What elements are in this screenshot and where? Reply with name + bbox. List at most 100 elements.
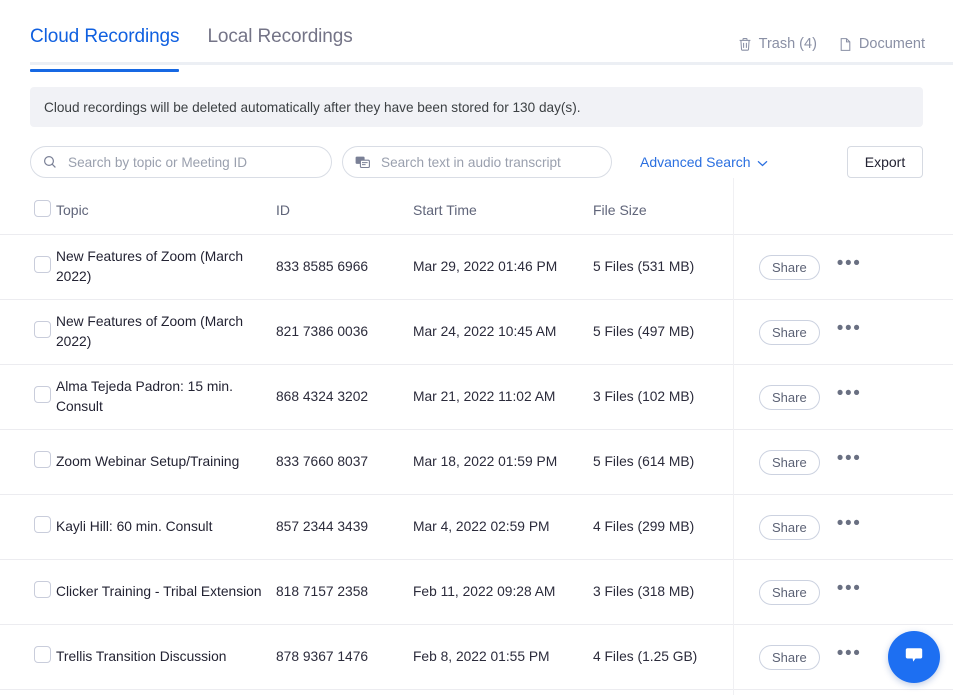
cell-start-time: Mar 18, 2022 01:59 PM	[413, 454, 558, 469]
row-checkbox[interactable]	[34, 515, 51, 533]
transcript-search-box[interactable]	[342, 146, 612, 178]
row-select-cell	[0, 560, 56, 625]
table-row[interactable]: Kayli Hill: 60 min. Consult 857 2344 3439…	[0, 495, 953, 560]
cell-topic[interactable]: Kayli Hill: 60 min. Consult	[56, 495, 276, 560]
row-checkbox[interactable]	[34, 320, 51, 338]
share-button[interactable]: Share	[759, 449, 820, 475]
search-toolbar: Advanced Search Export	[30, 146, 923, 178]
transcript-icon	[355, 155, 370, 169]
select-all-header	[0, 200, 56, 235]
search-icon	[43, 155, 57, 169]
table-row[interactable]: Zoom Webinar Setup/Training 833 7660 8037…	[0, 430, 953, 495]
chat-bubble-icon	[902, 643, 926, 672]
more-options-icon[interactable]: •••	[837, 514, 862, 535]
cell-id: 818 7157 2358	[276, 584, 369, 599]
row-checkbox[interactable]	[34, 255, 51, 273]
cell-topic[interactable]: Alma Tejeda Padron: 15 min. Consult	[56, 365, 276, 430]
row-checkbox[interactable]	[34, 450, 51, 468]
column-header-actions	[713, 200, 953, 235]
advanced-search-toggle[interactable]: Advanced Search	[640, 154, 768, 170]
export-button[interactable]: Export	[847, 146, 923, 178]
cell-id: 857 2344 3439	[276, 519, 369, 534]
document-icon	[839, 37, 852, 52]
cell-file-size: 5 Files (531 MB)	[593, 259, 695, 274]
topic-search-box[interactable]	[30, 146, 332, 178]
cell-actions: Share •••	[713, 495, 953, 560]
share-button[interactable]: Share	[759, 254, 820, 280]
more-options-icon[interactable]: •••	[837, 254, 862, 275]
row-select-cell	[0, 365, 56, 430]
more-options-icon[interactable]: •••	[837, 384, 862, 405]
row-actions: Share •••	[713, 254, 953, 280]
select-all-checkbox[interactable]	[34, 200, 51, 217]
trash-icon	[738, 37, 752, 52]
cell-file-size: 3 Files (102 MB)	[593, 389, 695, 404]
row-select-cell	[0, 625, 56, 690]
table-head: Topic ID Start Time File Size	[0, 200, 953, 235]
cell-topic[interactable]: Clicker Training - Tribal Extension	[56, 560, 276, 625]
cell-actions: Share •••	[713, 365, 953, 430]
row-select-cell	[0, 495, 56, 560]
cell-id: 868 4324 3202	[276, 389, 369, 404]
cell-id: 833 8585 6966	[276, 259, 369, 274]
recordings-table-wrap: Topic ID Start Time File Size New Featur…	[0, 178, 953, 695]
more-options-icon[interactable]: •••	[837, 319, 862, 340]
row-checkbox[interactable]	[34, 385, 51, 403]
column-header-topic[interactable]: Topic	[56, 200, 276, 235]
more-options-icon[interactable]: •••	[837, 449, 862, 470]
cell-file-size: 4 Files (299 MB)	[593, 519, 695, 534]
column-header-file-size[interactable]: File Size	[593, 200, 713, 235]
cell-topic[interactable]: Trellis Transition Discussion	[56, 625, 276, 690]
cell-actions: Share •••	[713, 430, 953, 495]
cell-file-size: 5 Files (497 MB)	[593, 324, 695, 339]
trash-link[interactable]: Trash (4)	[738, 36, 817, 52]
table-row[interactable]: New Features of Zoom (March 2022) 821 738…	[0, 300, 953, 365]
share-button[interactable]: Share	[759, 319, 820, 345]
share-button[interactable]: Share	[759, 579, 820, 605]
cell-start-time: Mar 21, 2022 11:02 AM	[413, 389, 556, 404]
search-input[interactable]	[66, 153, 319, 171]
cell-file-size: 3 Files (318 MB)	[593, 584, 695, 599]
recordings-table: Topic ID Start Time File Size New Featur…	[0, 200, 953, 690]
table-row[interactable]: New Features of Zoom (March 2022) 833 858…	[0, 235, 953, 300]
retention-notice-text: Cloud recordings will be deleted automat…	[44, 99, 581, 115]
cell-topic[interactable]: New Features of Zoom (March 2022)	[56, 300, 276, 365]
column-header-id[interactable]: ID	[276, 200, 413, 235]
table-body: New Features of Zoom (March 2022) 833 858…	[0, 235, 953, 690]
document-link[interactable]: Document	[839, 36, 925, 52]
row-actions: Share •••	[713, 384, 953, 410]
advanced-search-label: Advanced Search	[640, 154, 751, 170]
row-actions: Share •••	[713, 449, 953, 475]
cell-start-time: Feb 8, 2022 01:55 PM	[413, 649, 550, 664]
tab-local-recordings-label: Local Recordings	[207, 26, 353, 47]
row-checkbox[interactable]	[34, 645, 51, 663]
share-button[interactable]: Share	[759, 514, 820, 540]
share-button[interactable]: Share	[759, 384, 820, 410]
chat-support-button[interactable]	[888, 631, 940, 683]
recordings-page: Cloud Recordings Local Recordings Trash …	[0, 0, 953, 695]
document-link-label: Document	[858, 36, 925, 52]
more-options-icon[interactable]: •••	[837, 579, 862, 600]
row-actions: Share •••	[713, 579, 953, 605]
row-checkbox[interactable]	[34, 580, 51, 598]
header-links: Trash (4) Document	[738, 0, 953, 52]
column-header-start-time[interactable]: Start Time	[413, 200, 593, 235]
transcript-search-input[interactable]	[379, 153, 599, 171]
row-actions: Share •••	[713, 514, 953, 540]
more-options-icon[interactable]: •••	[837, 644, 862, 665]
table-row[interactable]: Trellis Transition Discussion 878 9367 14…	[0, 625, 953, 690]
row-actions: Share •••	[713, 319, 953, 345]
cell-topic[interactable]: Zoom Webinar Setup/Training	[56, 430, 276, 495]
tab-local-recordings[interactable]: Local Recordings	[207, 26, 352, 72]
tab-cloud-recordings[interactable]: Cloud Recordings	[30, 26, 180, 72]
cell-start-time: Feb 11, 2022 09:28 AM	[413, 584, 556, 599]
tab-bar: Cloud Recordings Local Recordings Trash …	[0, 0, 953, 72]
cell-topic[interactable]: New Features of Zoom (March 2022)	[56, 235, 276, 300]
share-button[interactable]: Share	[759, 644, 820, 670]
row-select-cell	[0, 300, 56, 365]
table-row[interactable]: Clicker Training - Tribal Extension 818 7…	[0, 560, 953, 625]
table-row[interactable]: Alma Tejeda Padron: 15 min. Consult 868 4…	[0, 365, 953, 430]
cell-actions: Share •••	[713, 235, 953, 300]
tab-cloud-recordings-label: Cloud Recordings	[30, 26, 180, 47]
row-select-cell	[0, 235, 56, 300]
